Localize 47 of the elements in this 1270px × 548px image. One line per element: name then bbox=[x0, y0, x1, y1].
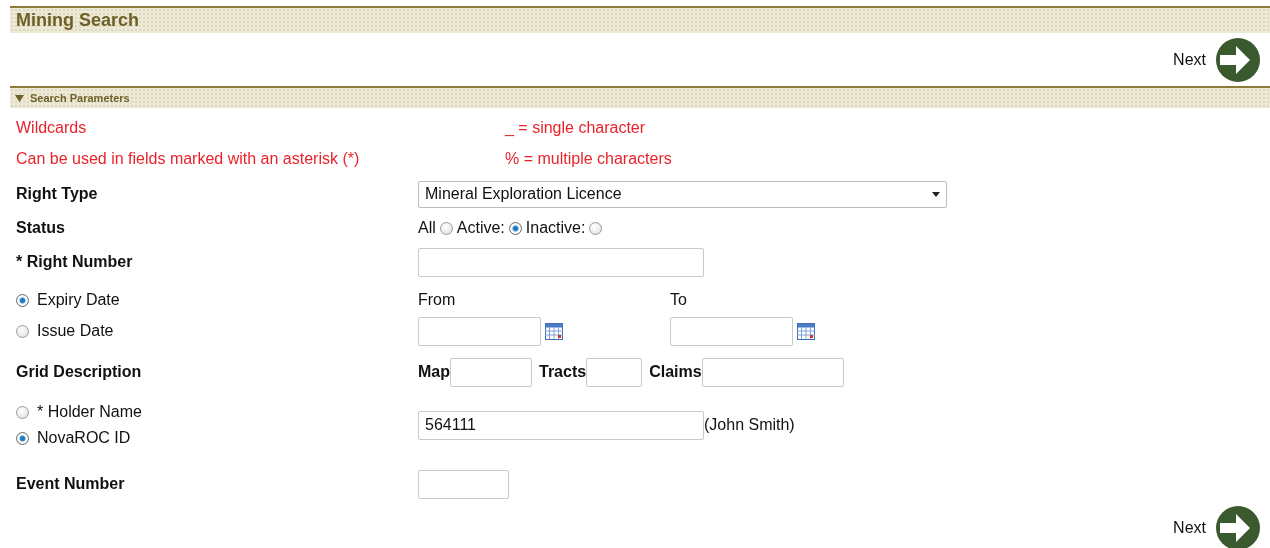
radio-label: Expiry Date bbox=[37, 291, 120, 309]
date-field[interactable] bbox=[670, 316, 793, 346]
radio-button[interactable] bbox=[16, 431, 29, 445]
field-label: * Right Number bbox=[16, 253, 133, 271]
field-label: Map bbox=[418, 363, 450, 381]
text-field[interactable] bbox=[418, 247, 704, 277]
field-label: Grid Description bbox=[16, 363, 142, 381]
date-field[interactable] bbox=[418, 316, 541, 346]
text-field[interactable] bbox=[418, 469, 509, 499]
radio-button[interactable] bbox=[16, 324, 29, 338]
text-field[interactable]: 564111 bbox=[418, 410, 704, 440]
date-label: From bbox=[418, 291, 456, 308]
radio-button[interactable] bbox=[16, 405, 29, 419]
holder-name: (John Smith) bbox=[704, 416, 795, 434]
radio-label: NovaROC ID bbox=[37, 429, 131, 447]
text-field[interactable] bbox=[701, 357, 844, 387]
field-label: Tracts bbox=[539, 363, 587, 381]
wildcard-note: Can be used in fields marked with an asterisk (*) bbox=[16, 149, 360, 168]
radio-label: Active: bbox=[456, 219, 505, 237]
next-button[interactable]: Next bbox=[1173, 504, 1262, 548]
field-label: Event Number bbox=[16, 475, 125, 493]
arrow-icon bbox=[1214, 504, 1262, 548]
wildcard-note: _ = single character bbox=[505, 118, 646, 137]
next-button[interactable]: Next bbox=[1173, 35, 1262, 84]
caret-icon bbox=[932, 191, 940, 197]
field-label: Claims bbox=[649, 363, 702, 381]
wildcards-label: Wildcards bbox=[16, 118, 87, 137]
calendar-icon[interactable] bbox=[545, 322, 563, 340]
radio-label: Issue Date bbox=[37, 322, 114, 340]
dropdown[interactable]: Mineral Exploration Licence bbox=[418, 180, 947, 208]
text-field[interactable] bbox=[450, 357, 532, 387]
text-field[interactable] bbox=[586, 357, 643, 387]
radio-label: All bbox=[418, 219, 436, 237]
radio-button[interactable] bbox=[589, 221, 603, 235]
page-title: Mining Search bbox=[16, 10, 140, 31]
date-label: To bbox=[670, 291, 687, 308]
radio-label: Inactive: bbox=[525, 219, 586, 237]
wildcard-note: % = multiple characters bbox=[505, 149, 672, 168]
section-header[interactable]: Search Parameters bbox=[10, 86, 1270, 108]
calendar-icon[interactable] bbox=[797, 322, 815, 340]
radio-button[interactable] bbox=[16, 293, 29, 307]
radio-button[interactable] bbox=[508, 221, 522, 235]
field-label: Right Type bbox=[16, 185, 98, 203]
field-label: Status bbox=[16, 219, 65, 237]
radio-label: * Holder Name bbox=[37, 403, 142, 421]
section-title: Search Parameters bbox=[30, 92, 130, 104]
radio-button[interactable] bbox=[439, 221, 453, 235]
